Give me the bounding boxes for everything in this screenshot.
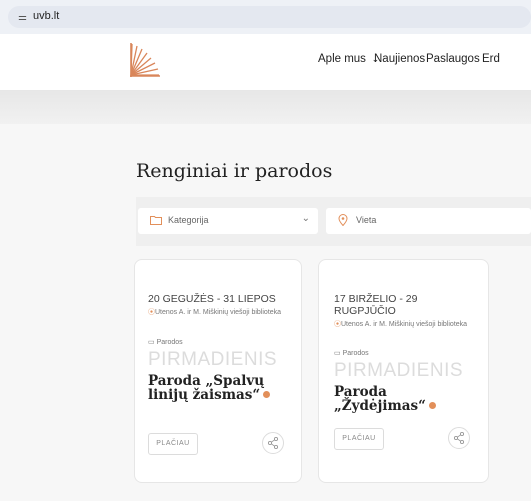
location-pin-icon xyxy=(338,214,348,229)
share-icon[interactable] xyxy=(262,432,284,454)
category-select-value: Kategorija xyxy=(168,215,209,225)
event-title-text: Paroda „Žydėjimas“ xyxy=(334,384,426,414)
site-logo[interactable] xyxy=(128,41,162,79)
location-select-value: Vieta xyxy=(356,215,377,225)
nav-item-erdves[interactable]: Erd xyxy=(482,53,500,65)
event-category: ▭ Parodos xyxy=(148,338,183,346)
event-location: ⦿Utenos A. ir M. Miškinių viešoji biblio… xyxy=(148,306,288,320)
event-category: ▭ Parodos xyxy=(334,349,369,357)
location-pin-icon: ⦿ xyxy=(334,321,341,328)
event-location-text: Utenos A. ir M. Miškinių viešoji bibliot… xyxy=(155,309,282,316)
folder-icon: ▭ xyxy=(148,339,155,346)
event-title[interactable]: Paroda „Žydėjimas“ xyxy=(334,385,479,413)
location-select[interactable]: Vieta xyxy=(326,208,531,234)
more-button[interactable]: PLAČIAU xyxy=(148,433,198,455)
category-select[interactable]: Kategorija ⌄ xyxy=(138,208,318,234)
event-weekday: PIRMADIENIS xyxy=(148,349,278,370)
page-title: Renginiai ir parodos xyxy=(136,160,333,182)
nav-item-paslaugos[interactable]: Paslaugos xyxy=(426,53,480,65)
event-weekday: PIRMADIENIS xyxy=(334,360,464,381)
folder-icon xyxy=(150,214,162,228)
more-button[interactable]: PLAČIAU xyxy=(334,428,384,450)
chevron-down-icon: ⌄ xyxy=(301,213,310,224)
url-text[interactable]: uvb.lt xyxy=(33,10,59,22)
site-settings-icon[interactable]: ⚌ xyxy=(18,12,27,23)
location-pin-icon: ⦿ xyxy=(148,309,155,316)
event-title-text: Paroda „Spalvų linijų žaismas“ xyxy=(148,373,265,403)
accent-dot xyxy=(428,402,436,409)
event-location: ⦿Utenos A. ir M. Miškinių viešoji biblio… xyxy=(334,318,474,332)
event-date: 17 BIRŽELIO - 29 RUGPJŪČIO xyxy=(334,293,418,317)
event-date: 20 GEGUŽĖS - 31 LIEPOS xyxy=(148,293,276,305)
event-title[interactable]: Paroda „Spalvų linijų žaismas“ xyxy=(148,374,288,402)
event-category-text: Parodos xyxy=(342,350,369,357)
browser-address-bar: ⚌ uvb.lt xyxy=(0,0,531,34)
share-icon[interactable] xyxy=(448,427,470,449)
url-field[interactable] xyxy=(8,6,531,28)
event-location-text: Utenos A. ir M. Miškinių viešoji bibliot… xyxy=(341,321,468,328)
header-banner xyxy=(0,90,531,124)
nav-item-naujienos[interactable]: Naujienos xyxy=(374,53,425,65)
nav-item-apie-mus[interactable]: Aple mus ⌄ xyxy=(318,53,379,65)
accent-dot xyxy=(263,391,271,398)
nav-item-label: Aple mus xyxy=(318,53,366,65)
event-category-text: Parodos xyxy=(156,339,183,346)
folder-icon: ▭ xyxy=(334,350,341,357)
